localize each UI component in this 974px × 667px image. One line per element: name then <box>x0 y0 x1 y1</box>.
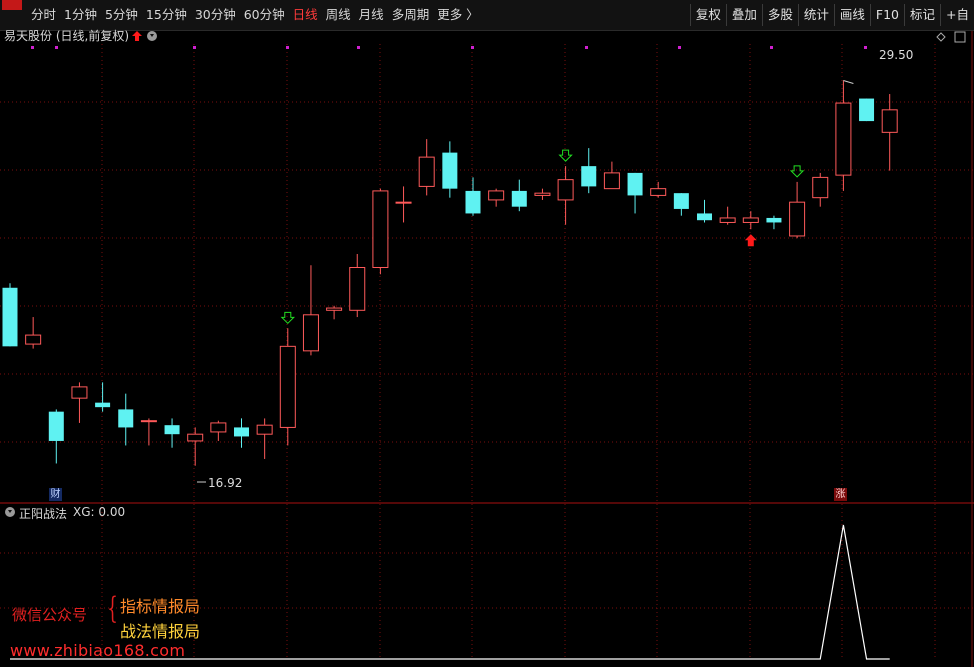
period-tabs: 分时 1分钟 5分钟 15分钟 30分钟 60分钟 日线 周线 月线 多周期 更多 〉 <box>0 0 483 30</box>
candle-body-27 <box>627 172 643 196</box>
watermark-brace: { <box>107 591 118 626</box>
candle-body-25 <box>581 166 597 187</box>
candle-body-2 <box>48 411 64 441</box>
high-pointer-line <box>843 80 854 85</box>
candle-body-31 <box>719 217 736 223</box>
kline-chart[interactable] <box>0 31 974 667</box>
candle-body-15 <box>349 267 366 311</box>
tool-button-1[interactable]: 叠加 <box>725 4 762 26</box>
candle-body-12 <box>279 345 296 428</box>
tool-button-0[interactable]: 复权 <box>689 4 726 26</box>
candle-body-14 <box>326 307 343 311</box>
period-dot-4 <box>357 46 360 49</box>
tool-button-2[interactable]: 多股 <box>761 4 798 26</box>
candle-body-33 <box>766 217 782 223</box>
period-tab-9[interactable]: 多周期 <box>388 0 434 30</box>
candle-body-1 <box>25 334 42 345</box>
candle-body-20 <box>465 190 481 214</box>
app-menu-icon[interactable] <box>2 0 22 10</box>
candle-body-36 <box>835 102 852 176</box>
candle-body-24 <box>557 179 574 201</box>
candle-body-30 <box>697 213 712 221</box>
period-tab-1[interactable]: 1分钟 <box>60 0 101 30</box>
period-tab-4[interactable]: 30分钟 <box>191 0 240 30</box>
candle-body-5 <box>118 409 134 428</box>
candle-body-0 <box>2 287 18 347</box>
period-tab-3[interactable]: 15分钟 <box>142 0 191 30</box>
watermark-line2: 战法情报局 <box>120 622 201 641</box>
period-dot-8 <box>770 46 773 49</box>
indicator-value: XG: 0.00 <box>73 505 126 519</box>
candle-body-4 <box>95 402 111 408</box>
tool-button-6[interactable]: 标记 <box>904 4 940 26</box>
candle-body-38 <box>881 109 898 133</box>
high-price-label: 29.50 <box>879 48 914 62</box>
financial-badge[interactable]: 财 <box>49 488 62 501</box>
period-dot-0 <box>31 46 34 49</box>
candle-body-26 <box>603 172 620 190</box>
period-dot-6 <box>585 46 588 49</box>
candle-body-7 <box>164 425 180 435</box>
low-price-label: 16.92 <box>208 476 243 490</box>
period-dot-5 <box>471 46 474 49</box>
indicator-dropdown-icon[interactable] <box>5 507 15 517</box>
candle-body-37 <box>859 98 875 122</box>
candle-body-23 <box>534 192 551 196</box>
red-up-signal-arrow-icon-3 <box>744 234 757 247</box>
period-dot-9 <box>864 46 867 49</box>
period-dot-3 <box>286 46 289 49</box>
tool-button-4[interactable]: 画线 <box>833 4 870 26</box>
buy-signal-arrow-icon-0 <box>280 311 296 325</box>
candle-body-6 <box>140 420 157 423</box>
candle-body-9 <box>210 422 227 433</box>
candle-body-10 <box>234 427 249 437</box>
period-tab-7[interactable]: 周线 <box>322 0 355 30</box>
indicator-name[interactable]: 正阳战法 <box>19 505 67 522</box>
tool-buttons: 复权 叠加 多股 统计 画线 F10 标记 +自 <box>689 4 974 26</box>
candle-body-13 <box>302 314 319 352</box>
candle-body-8 <box>187 433 204 442</box>
candle-body-29 <box>673 193 689 209</box>
candle-body-34 <box>789 201 806 237</box>
limit-up-badge[interactable]: 涨 <box>834 488 847 501</box>
watermark-line1: 指标情报局 <box>120 597 201 616</box>
period-tab-5[interactable]: 60分钟 <box>240 0 289 30</box>
candle-body-28 <box>650 188 667 196</box>
watermark-wechat: 微信公众号 <box>12 606 88 624</box>
candle-body-22 <box>511 190 527 207</box>
candle-body-32 <box>742 217 759 223</box>
period-dot-2 <box>193 46 196 49</box>
buy-signal-arrow-icon-2 <box>789 165 805 178</box>
buy-signal-arrow-icon-1 <box>558 149 573 162</box>
candle-body-18 <box>418 156 435 187</box>
tool-button-5[interactable]: F10 <box>869 4 904 26</box>
candle-body-21 <box>488 190 505 201</box>
candle-body-19 <box>442 152 458 189</box>
watermark-url: www.zhibiao168.com <box>10 641 186 660</box>
candle-body-16 <box>372 190 389 268</box>
candle-body-35 <box>812 176 829 199</box>
period-tab-8[interactable]: 月线 <box>355 0 388 30</box>
period-tab-10[interactable]: 更多 〉 <box>433 0 482 30</box>
period-dot-7 <box>678 46 681 49</box>
candle-body-3 <box>71 386 88 399</box>
tool-button-7[interactable]: +自 <box>940 4 974 26</box>
period-tab-0[interactable]: 分时 <box>27 0 60 30</box>
tool-button-3[interactable]: 统计 <box>797 4 834 26</box>
period-toolbar: 分时 1分钟 5分钟 15分钟 30分钟 60分钟 日线 周线 月线 多周期 更多 〉 复权 叠加 多股… <box>0 0 974 31</box>
candle-body-11 <box>256 424 273 435</box>
period-tab-6[interactable]: 日线 <box>289 0 322 30</box>
candle-body-17 <box>395 201 412 204</box>
period-tab-2[interactable]: 5分钟 <box>101 0 142 30</box>
period-dot-1 <box>55 46 58 49</box>
